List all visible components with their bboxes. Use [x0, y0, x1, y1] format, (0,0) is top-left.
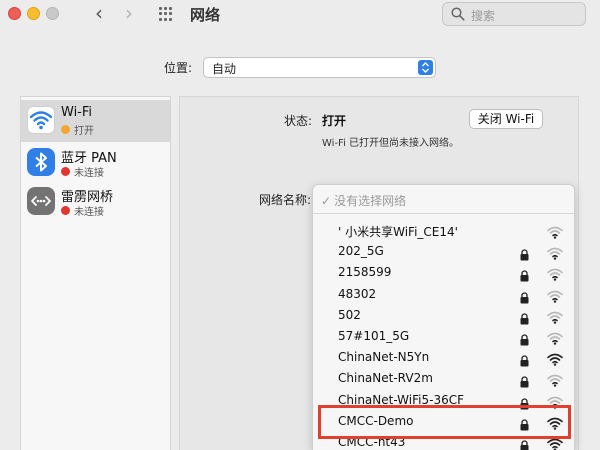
network-item[interactable]: 202_5G — [313, 242, 574, 263]
show-all-grid-icon[interactable] — [159, 7, 173, 21]
network-name: ' 小米共享WiFi_CE14' — [338, 225, 458, 239]
status-description: Wi-Fi 已打开但尚未接入网络。 — [322, 138, 460, 149]
turn-off-wifi-button[interactable]: 关闭 Wi-Fi — [469, 109, 543, 129]
network-name: ChinaNet-N5Yn — [338, 350, 430, 365]
network-item[interactable]: 502 — [313, 306, 574, 327]
lock-icon — [520, 289, 529, 308]
location-value: 自动 — [212, 62, 237, 76]
lock-icon — [520, 246, 529, 265]
minimize-window-button[interactable] — [27, 7, 40, 20]
wifi-icon — [27, 106, 55, 134]
lock-icon — [520, 331, 529, 350]
wifi-signal-icon — [547, 245, 563, 264]
network-item[interactable]: 48302 — [313, 285, 574, 306]
title-bar: ‹ › 网络 搜索 — [0, 0, 600, 30]
no-network-selected-item[interactable]: ✓ 没有选择网络 — [321, 192, 406, 209]
sidebar-item-bluetooth-pan[interactable]: 蓝牙 PAN 未连接 — [21, 142, 170, 184]
wifi-signal-icon — [547, 266, 563, 285]
wifi-signal-icon — [547, 309, 563, 328]
service-sidebar: Wi-Fi 打开 蓝牙 PAN 未连接 雷雳网桥 未连接 — [20, 96, 171, 450]
sidebar-item-status: 打开 — [74, 126, 94, 137]
forward-chevron-icon[interactable]: › — [118, 2, 140, 26]
network-name-label: 网络名称: — [259, 193, 312, 207]
sidebar-item-status: 未连接 — [74, 168, 104, 179]
search-placeholder: 搜索 — [471, 9, 496, 23]
search-icon — [451, 7, 465, 21]
wifi-signal-icon — [547, 224, 563, 243]
network-name: 202_5G — [338, 244, 384, 259]
network-name: ChinaNet-RV2m — [338, 371, 433, 386]
close-window-button[interactable] — [8, 7, 21, 20]
wifi-signal-icon — [547, 288, 563, 307]
location-label: 位置: — [164, 61, 193, 75]
status-dot — [61, 167, 70, 176]
bluetooth-icon — [27, 148, 55, 176]
network-item[interactable]: ' 小米共享WiFi_CE14' — [313, 221, 574, 242]
network-item[interactable]: 57#101_5G — [313, 327, 574, 348]
search-field[interactable]: 搜索 — [442, 2, 586, 26]
sidebar-item-label: Wi-Fi — [61, 105, 93, 120]
sidebar-item-wifi[interactable]: Wi-Fi 打开 — [21, 100, 170, 142]
checkmark-icon: ✓ — [321, 194, 332, 208]
select-stepper-icon — [418, 60, 433, 75]
network-item[interactable]: ChinaNet-RV2m — [313, 369, 574, 390]
network-name: 57#101_5G — [338, 329, 410, 343]
highlight-box — [318, 405, 571, 439]
menu-divider — [313, 213, 574, 214]
sidebar-item-status: 未连接 — [74, 207, 104, 218]
network-name: 48302 — [338, 286, 377, 301]
thunderbolt-bridge-icon — [27, 187, 55, 215]
wifi-signal-icon — [547, 351, 563, 370]
lock-icon — [520, 352, 529, 371]
lock-icon — [520, 373, 529, 392]
wifi-signal-icon — [547, 330, 563, 349]
sidebar-item-thunderbolt-bridge[interactable]: 雷雳网桥 未连接 — [21, 181, 170, 223]
window-title: 网络 — [190, 6, 221, 24]
zoom-window-button[interactable] — [46, 7, 59, 20]
status-dot — [61, 206, 70, 215]
location-select[interactable]: 自动 — [203, 57, 436, 78]
status-value: 打开 — [322, 114, 347, 128]
no-network-label: 没有选择网络 — [334, 194, 407, 208]
network-name: 502 — [338, 307, 361, 322]
network-item[interactable]: ChinaNet-N5Yn — [313, 348, 574, 369]
lock-icon — [520, 310, 529, 329]
status-dot — [61, 125, 70, 134]
lock-icon — [520, 267, 529, 286]
status-label: 状态: — [284, 114, 313, 128]
wifi-signal-icon — [547, 372, 563, 391]
back-chevron-icon[interactable]: ‹ — [88, 2, 110, 26]
network-name: 2158599 — [338, 265, 392, 280]
network-item[interactable]: 2158599 — [313, 263, 574, 284]
